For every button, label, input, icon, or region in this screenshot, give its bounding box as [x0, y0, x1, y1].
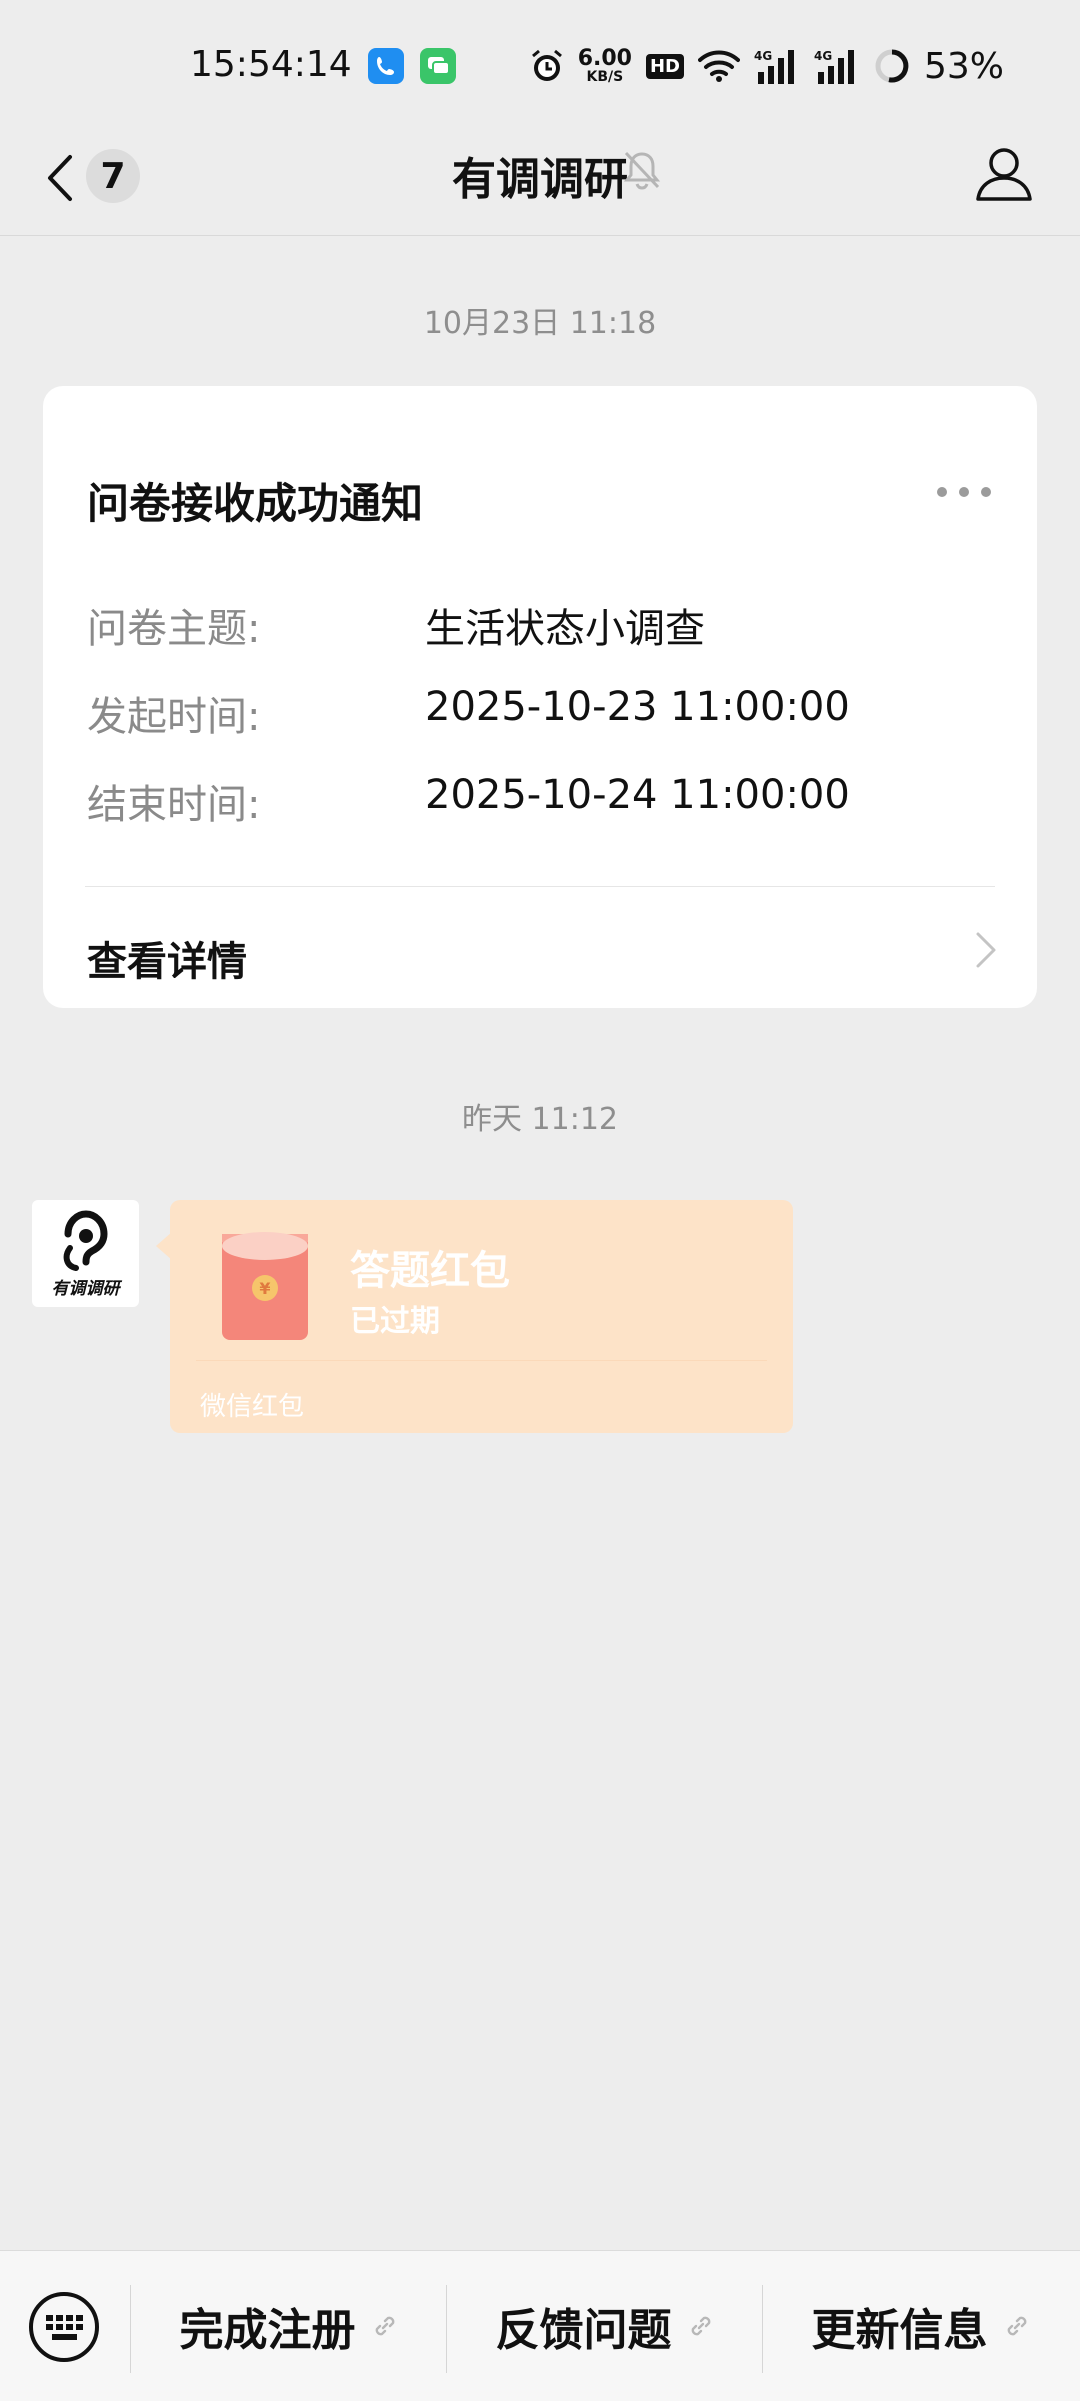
hd-badge: HD [645, 53, 684, 79]
link-icon [691, 2316, 710, 2336]
svg-text:4G: 4G [754, 49, 772, 63]
avatar[interactable]: 有调调研 [32, 1200, 139, 1307]
status-time: 15:54:14 [190, 44, 352, 85]
bottom-menu-bar: 完成注册 反馈问题 更新信息 [0, 2250, 1080, 2401]
status-bar: 15:54:14 6.00 KB/S HD 4G 4G 53% [0, 0, 1080, 135]
card-title: 问卷接收成功通知 [87, 479, 424, 528]
red-packet-title: 答题红包 [350, 1248, 510, 1294]
chevron-right-icon [976, 932, 996, 968]
info-value: 2025-10-24 11:00:00 [425, 772, 850, 818]
info-label: 结束时间: [87, 782, 261, 828]
wifi-icon [697, 50, 740, 82]
info-row-end-time: 结束时间: 2025-10-24 11:00:00 [87, 772, 1007, 832]
alarm-icon [531, 49, 562, 81]
red-packet-footer: 微信红包 [200, 1392, 305, 1422]
menu-label: 更新信息 [811, 2305, 988, 2356]
currency-symbol: ¥ [259, 1279, 270, 1298]
status-icons: 6.00 KB/S HD 4G 4G 53% [530, 44, 1004, 88]
svg-text:4G: 4G [814, 49, 832, 63]
red-packet-message[interactable]: ¥ 答题红包 已过期 微信红包 [170, 1200, 793, 1433]
view-details-button[interactable]: 查看详情 [43, 887, 1037, 1008]
more-icon[interactable] [937, 482, 991, 502]
menu-feedback[interactable]: 反馈问题 [447, 2281, 762, 2371]
link-icon [375, 2316, 394, 2336]
red-packet-icon: ¥ [222, 1232, 308, 1340]
view-details-label: 查看详情 [87, 939, 247, 985]
chat-title: 有调调研 [452, 154, 628, 205]
menu-label: 完成注册 [179, 2305, 356, 2356]
link-icon [1007, 2316, 1026, 2336]
battery-percent: 53% [923, 45, 1004, 87]
menu-update-info[interactable]: 更新信息 [763, 2281, 1078, 2371]
info-value: 生活状态小调查 [425, 606, 705, 652]
info-row-start-time: 发起时间: 2025-10-23 11:00:00 [87, 684, 1007, 744]
mute-bell-icon [623, 151, 661, 190]
net-speed-unit: KB/S [586, 69, 624, 85]
message-timestamp: 10月23日 11:18 [423, 306, 657, 341]
signal-4g-icon: 4G [754, 49, 794, 84]
info-value: 2025-10-23 11:00:00 [425, 684, 850, 730]
info-row-topic: 问卷主题: 生活状态小调查 [87, 596, 1007, 656]
avatar-text: 有调调研 [51, 1279, 120, 1299]
divider [196, 1360, 767, 1361]
menu-complete-registration[interactable]: 完成注册 [131, 2281, 446, 2371]
chat-header: 7 有调调研 [0, 135, 1080, 236]
keyboard-icon[interactable] [28, 2291, 100, 2363]
phone-app-icon [368, 48, 404, 84]
info-label: 问卷主题: [87, 606, 261, 652]
profile-icon[interactable] [972, 143, 1036, 207]
messages-app-icon [420, 48, 456, 84]
message-timestamp: 昨天 11:12 [462, 1102, 618, 1137]
notification-card[interactable]: 问卷接收成功通知 问卷主题: 生活状态小调查 发起时间: 2025-10-23 … [43, 386, 1037, 1008]
info-label: 发起时间: [87, 694, 261, 740]
signal-4g-icon: 4G [814, 49, 854, 84]
menu-label: 反馈问题 [495, 2305, 672, 2356]
network-speed: 6.00 KB/S [577, 46, 632, 85]
net-speed-value: 6.00 [577, 46, 632, 71]
battery-icon [875, 49, 909, 83]
red-packet-status: 已过期 [350, 1304, 440, 1339]
